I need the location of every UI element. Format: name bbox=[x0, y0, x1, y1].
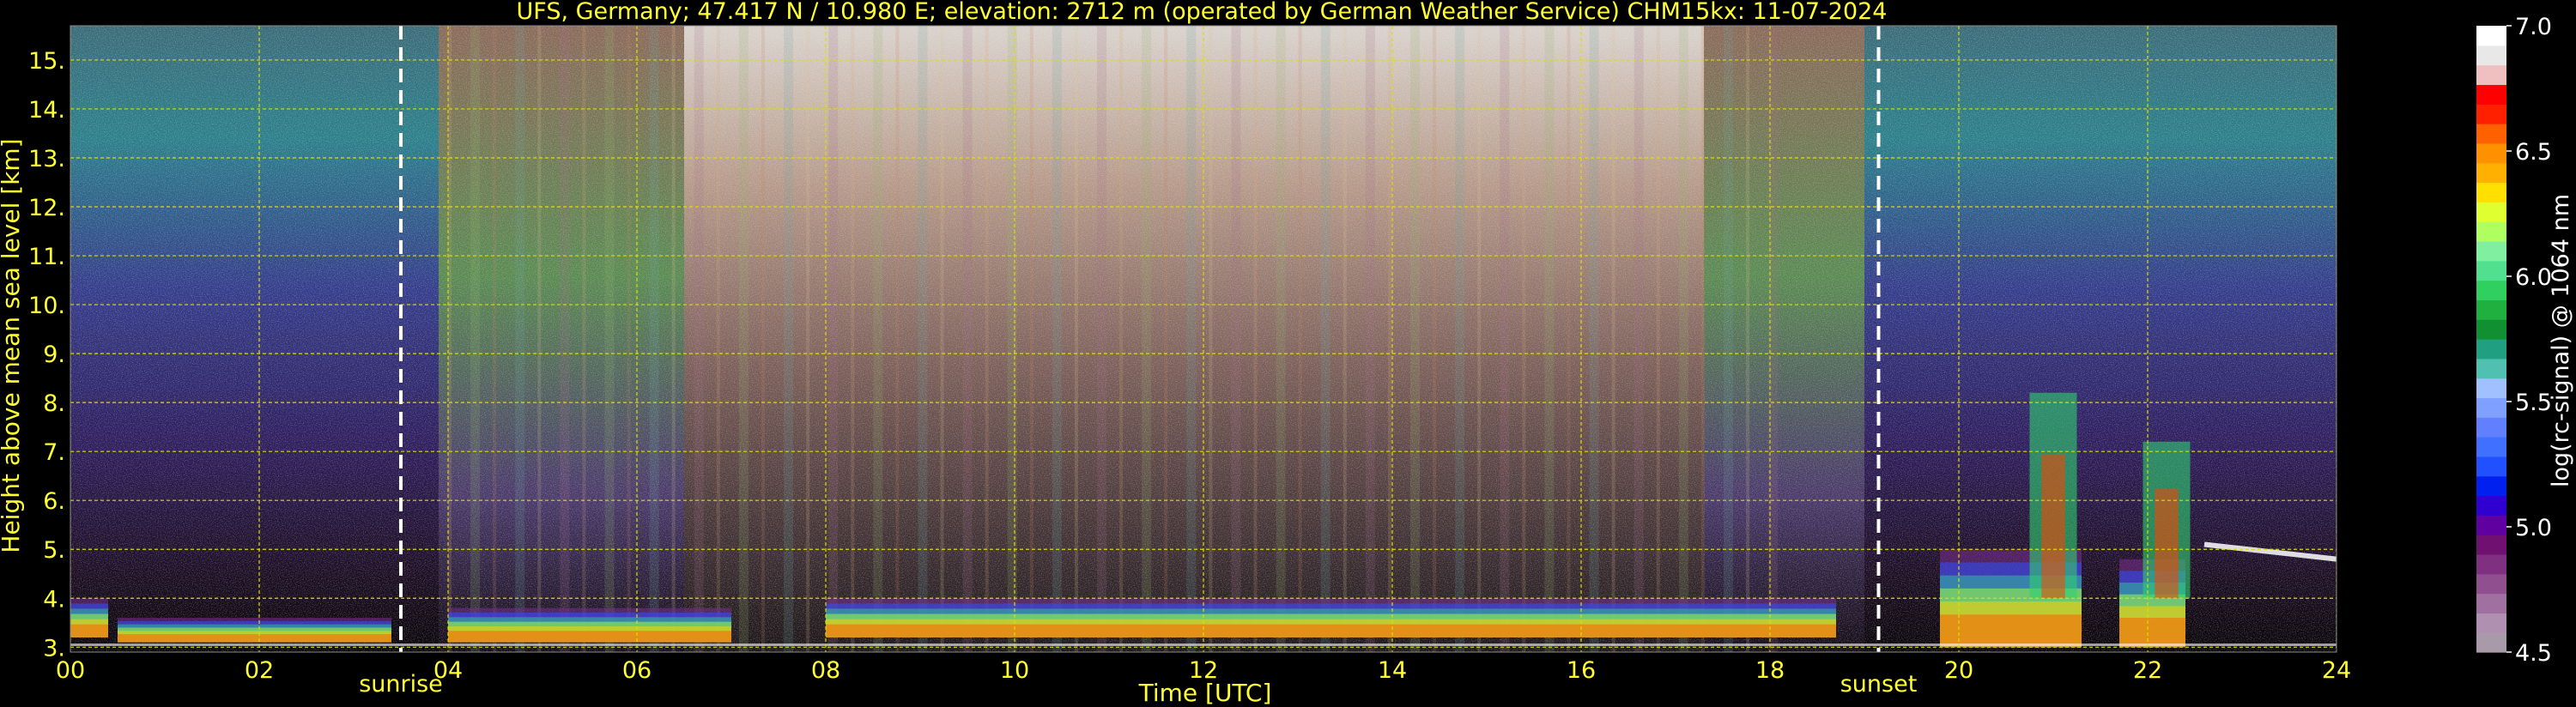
y-tick-label: 14. bbox=[28, 97, 65, 124]
colorbar-swatch bbox=[2476, 124, 2506, 144]
colorbar-swatch bbox=[2476, 573, 2506, 595]
colorbar-swatch bbox=[2476, 417, 2506, 438]
colorbar-swatch bbox=[2476, 515, 2506, 535]
colorbar-swatch bbox=[2476, 495, 2506, 516]
cloud-layer-band bbox=[118, 634, 391, 643]
colorbar-swatch bbox=[2476, 104, 2506, 124]
x-tick-label: 20 bbox=[1944, 657, 1973, 684]
x-tick-label: 24 bbox=[2322, 657, 2351, 684]
x-axis-label: Time [UTC] bbox=[1138, 679, 1272, 707]
x-tick-label: 14 bbox=[1378, 657, 1407, 684]
plume-core bbox=[2155, 488, 2179, 599]
plot-area bbox=[70, 26, 2337, 652]
x-tick-label: 08 bbox=[811, 657, 840, 684]
cloud-layer-band bbox=[826, 624, 1836, 638]
colorbar-tick-label: 5.5 bbox=[2515, 390, 2552, 416]
colorbar-swatch bbox=[2476, 535, 2506, 555]
y-axis-label: Height above mean sea level [km] bbox=[0, 138, 25, 553]
cloud-layer-band bbox=[70, 624, 108, 638]
y-tick-label: 11. bbox=[28, 244, 65, 270]
colorbar-swatch bbox=[2476, 437, 2506, 457]
colorbar-tick-label: 7.0 bbox=[2515, 14, 2552, 40]
colorbar-swatch bbox=[2476, 339, 2506, 360]
colorbar-swatch bbox=[2476, 475, 2506, 497]
colorbar-swatch bbox=[2476, 456, 2506, 477]
colorbar-swatch bbox=[2476, 613, 2506, 633]
plume-core bbox=[2041, 454, 2065, 599]
colorbar-tick-label: 5.0 bbox=[2515, 515, 2552, 541]
colorbar-tick-label: 4.5 bbox=[2515, 640, 2552, 667]
colorbar-swatch bbox=[2476, 319, 2506, 340]
chart-title: UFS, Germany; 47.417 N / 10.980 E; eleva… bbox=[517, 0, 1888, 25]
colorbar-swatch bbox=[2476, 84, 2506, 105]
sun-event-label: sunrise bbox=[359, 671, 443, 698]
colorbar-tick-label: 6.0 bbox=[2515, 264, 2552, 291]
x-tick-label: 06 bbox=[622, 657, 652, 684]
colorbar-swatch bbox=[2476, 632, 2506, 653]
x-tick-label: 10 bbox=[1000, 657, 1029, 684]
y-tick-label: 4. bbox=[43, 586, 65, 613]
x-tick-label: 16 bbox=[1567, 657, 1596, 684]
cloud-layer-band bbox=[1940, 614, 2082, 648]
colorbar-swatch bbox=[2476, 378, 2506, 399]
colorbar-swatch bbox=[2476, 299, 2506, 320]
y-tick-label: 6. bbox=[43, 488, 65, 515]
colorbar-swatch bbox=[2476, 553, 2506, 575]
y-tick-label: 7. bbox=[43, 439, 65, 466]
cloud-layer-band bbox=[2119, 618, 2185, 648]
colorbar-swatch bbox=[2476, 397, 2506, 418]
colorbar-swatch bbox=[2476, 240, 2506, 262]
colorbar-swatch bbox=[2476, 260, 2506, 281]
y-tick-label: 5. bbox=[43, 537, 65, 564]
y-tick-label: 3. bbox=[43, 635, 65, 662]
y-tick-label: 10. bbox=[28, 293, 65, 319]
colorbar-tick-label: 6.5 bbox=[2515, 139, 2552, 166]
y-tick-label: 9. bbox=[43, 341, 65, 368]
sun-event-label: sunset bbox=[1840, 671, 1918, 698]
colorbar-swatch bbox=[2476, 202, 2506, 222]
colorbar-swatch bbox=[2476, 45, 2506, 66]
colorbar-swatch bbox=[2476, 221, 2506, 242]
colorbar-label: log(rc-signal) @ 1064 nm bbox=[2548, 194, 2574, 487]
x-tick-label: 22 bbox=[2133, 657, 2162, 684]
colorbar-swatch bbox=[2476, 142, 2506, 164]
colorbar-swatch bbox=[2476, 182, 2506, 202]
colorbar-swatch bbox=[2476, 64, 2506, 86]
x-tick-label: 18 bbox=[1755, 657, 1785, 684]
colorbar-swatch bbox=[2476, 358, 2506, 379]
colorbar-swatch bbox=[2476, 593, 2506, 613]
colorbar-swatch bbox=[2476, 162, 2506, 184]
ceilometer-chart: 00 02 04 06 08 10 12 14 16 18 20 22 24 3.4.5.6.7.8.9… bbox=[0, 0, 2576, 707]
y-tick-label: 15. bbox=[28, 48, 65, 75]
x-tick-label: 02 bbox=[245, 657, 274, 684]
y-tick-label: 12. bbox=[28, 195, 65, 221]
y-tick-label: 13. bbox=[28, 146, 65, 172]
colorbar-swatch bbox=[2476, 280, 2506, 300]
y-tick-label: 8. bbox=[43, 390, 65, 417]
colorbar bbox=[2476, 26, 2506, 653]
colorbar-swatch bbox=[2476, 26, 2506, 46]
cloud-layer-band bbox=[448, 631, 731, 643]
